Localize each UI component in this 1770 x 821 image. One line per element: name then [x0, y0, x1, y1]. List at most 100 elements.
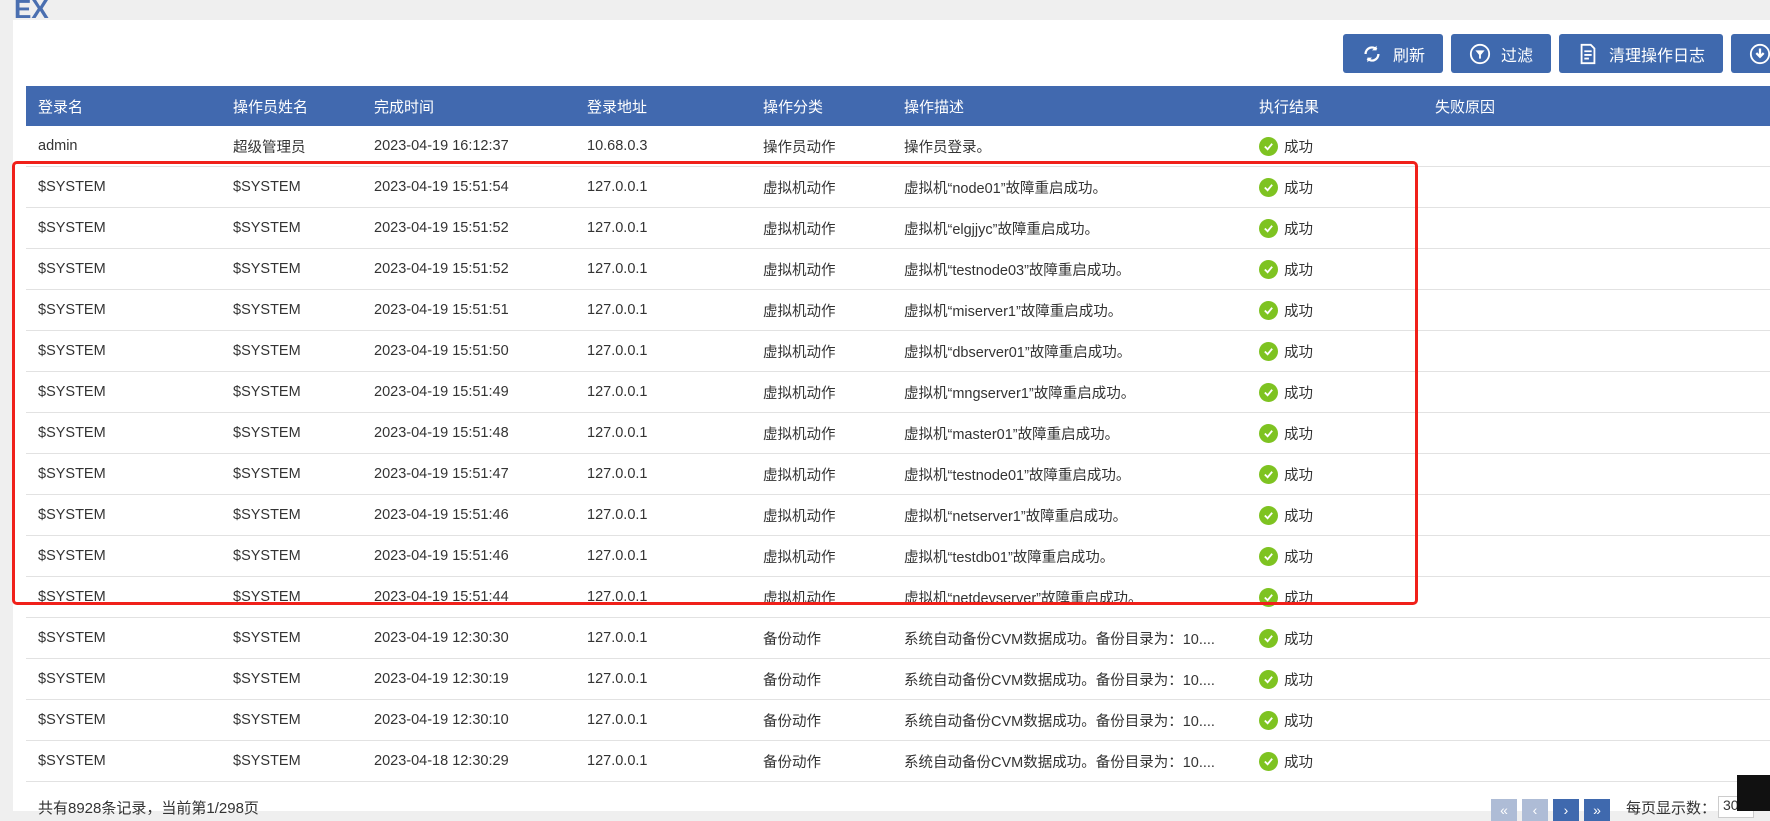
- table-row[interactable]: $SYSTEM $SYSTEM 2023-04-19 15:51:50 127.0.0…: [26, 330, 1770, 372]
- cell-operator-name: $SYSTEM: [221, 494, 362, 536]
- table-row[interactable]: $SYSTEM $SYSTEM 2023-04-19 15:51:52 127.0.0…: [26, 207, 1770, 249]
- table-row[interactable]: $SYSTEM $SYSTEM 2023-04-19 12:30:30 127.0.0…: [26, 617, 1770, 659]
- cell-login-address: 127.0.0.1: [575, 494, 751, 536]
- status-text: 成功: [1284, 713, 1313, 730]
- cell-operation-description: 系统自动备份CVM数据成功。备份目录为：10....: [892, 617, 1247, 659]
- cell-login-name: admin: [26, 126, 221, 167]
- table-row[interactable]: $SYSTEM $SYSTEM 2023-04-19 15:51:46 127.0.0…: [26, 494, 1770, 536]
- cell-failure-reason: [1423, 494, 1770, 536]
- refresh-button[interactable]: 刷新: [1343, 34, 1444, 73]
- cell-login-address: 127.0.0.1: [575, 207, 751, 249]
- cell-operation-category: 虚拟机动作: [751, 166, 892, 208]
- cell-failure-reason: [1423, 330, 1770, 372]
- cell-login-name: $SYSTEM: [26, 289, 221, 331]
- cell-operation-description: 虚拟机“mngserver1”故障重启成功。: [892, 371, 1247, 413]
- cell-execution-result: 成功: [1247, 740, 1423, 782]
- status-text: 成功: [1284, 180, 1313, 197]
- cell-operator-name: $SYSTEM: [221, 412, 362, 454]
- cell-execution-result: 成功: [1247, 699, 1423, 741]
- cell-login-address: 10.68.0.3: [575, 126, 751, 167]
- overlay-widget: [1737, 775, 1770, 811]
- cell-login-address: 127.0.0.1: [575, 699, 751, 741]
- refresh-icon: [1364, 45, 1380, 62]
- check-circle-icon: [1259, 177, 1278, 197]
- cell-execution-result: 成功: [1247, 494, 1423, 536]
- status-badge: 成功: [1259, 628, 1313, 649]
- status-badge: 成功: [1259, 300, 1313, 321]
- table-row[interactable]: $SYSTEM $SYSTEM 2023-04-19 15:51:54 127.0.0…: [26, 166, 1770, 208]
- cell-operation-description: 虚拟机“node01”故障重启成功。: [892, 166, 1247, 208]
- cell-completion-time: 2023-04-19 15:51:46: [362, 535, 575, 577]
- table-row[interactable]: $SYSTEM $SYSTEM 2023-04-19 15:51:51 127.0.0…: [26, 289, 1770, 331]
- cell-login-address: 127.0.0.1: [575, 535, 751, 577]
- column-header-execution-result: 执行结果: [1247, 86, 1423, 126]
- cell-completion-time: 2023-04-19 15:51:54: [362, 166, 575, 208]
- table-row[interactable]: $SYSTEM $SYSTEM 2023-04-19 15:51:52 127.0.0…: [26, 248, 1770, 290]
- status-badge: 成功: [1259, 259, 1313, 280]
- cell-completion-time: 2023-04-19 15:51:47: [362, 453, 575, 495]
- cell-operation-category: 备份动作: [751, 617, 892, 659]
- cell-login-name: $SYSTEM: [26, 453, 221, 495]
- table-row[interactable]: $SYSTEM $SYSTEM 2023-04-18 12:30:29 127.0.0…: [26, 740, 1770, 782]
- check-circle-icon: [1259, 628, 1278, 648]
- status-badge: 成功: [1259, 546, 1313, 567]
- cell-operation-category: 虚拟机动作: [751, 453, 892, 495]
- last-page-button[interactable]: »: [1584, 799, 1610, 821]
- refresh-label: 刷新: [1393, 47, 1426, 65]
- prev-page-button[interactable]: ‹: [1522, 799, 1548, 821]
- filter-button[interactable]: 过滤: [1451, 34, 1552, 73]
- check-circle-icon: [1259, 669, 1278, 689]
- next-page-button[interactable]: ›: [1553, 799, 1579, 821]
- cell-execution-result: 成功: [1247, 289, 1423, 331]
- cell-operation-category: 备份动作: [751, 740, 892, 782]
- toolbar: 刷新 过滤 清理操作日志 下载: [1343, 34, 1770, 73]
- status-badge: 成功: [1259, 382, 1313, 403]
- status-text: 成功: [1284, 426, 1313, 443]
- cell-completion-time: 2023-04-19 15:51:51: [362, 289, 575, 331]
- cell-operator-name: $SYSTEM: [221, 371, 362, 413]
- check-circle-icon: [1259, 341, 1278, 361]
- cell-failure-reason: [1423, 453, 1770, 495]
- cell-execution-result: 成功: [1247, 248, 1423, 290]
- status-badge: 成功: [1259, 751, 1313, 772]
- table-row[interactable]: $SYSTEM $SYSTEM 2023-04-19 15:51:48 127.0.0…: [26, 412, 1770, 454]
- cell-failure-reason: [1423, 658, 1770, 700]
- table-row[interactable]: $SYSTEM $SYSTEM 2023-04-19 15:51:47 127.0.0…: [26, 453, 1770, 495]
- cell-login-name: $SYSTEM: [26, 248, 221, 290]
- check-circle-icon: [1259, 300, 1278, 320]
- cell-execution-result: 成功: [1247, 330, 1423, 372]
- table-row[interactable]: $SYSTEM $SYSTEM 2023-04-19 12:30:19 127.0.0…: [26, 658, 1770, 700]
- cell-operator-name: $SYSTEM: [221, 330, 362, 372]
- cell-operator-name: $SYSTEM: [221, 289, 362, 331]
- cell-operator-name: $SYSTEM: [221, 166, 362, 208]
- table-row[interactable]: $SYSTEM $SYSTEM 2023-04-19 12:30:10 127.0.0…: [26, 699, 1770, 741]
- status-badge: 成功: [1259, 423, 1313, 444]
- column-header-operator-name: 操作员姓名: [221, 86, 362, 126]
- cell-login-name: $SYSTEM: [26, 740, 221, 782]
- cell-execution-result: 成功: [1247, 207, 1423, 249]
- cell-failure-reason: [1423, 289, 1770, 331]
- cell-operation-description: 虚拟机“netserver1”故障重启成功。: [892, 494, 1247, 536]
- status-text: 成功: [1284, 754, 1313, 771]
- first-page-button[interactable]: «: [1491, 799, 1517, 821]
- status-text: 成功: [1284, 221, 1313, 238]
- cell-completion-time: 2023-04-19 15:51:48: [362, 412, 575, 454]
- cell-failure-reason: [1423, 576, 1770, 618]
- table-row[interactable]: $SYSTEM $SYSTEM 2023-04-19 15:51:44 127.0.0…: [26, 576, 1770, 618]
- cell-login-address: 127.0.0.1: [575, 371, 751, 413]
- cell-failure-reason: [1423, 699, 1770, 741]
- check-circle-icon: [1259, 382, 1278, 402]
- table-row[interactable]: admin 超级管理员 2023-04-19 16:12:37 10.68.0.3 操作…: [26, 126, 1770, 167]
- clear-log-button[interactable]: 清理操作日志: [1559, 34, 1724, 73]
- check-circle-icon: [1259, 464, 1278, 484]
- cell-operator-name: $SYSTEM: [221, 576, 362, 618]
- cell-operation-category: 备份动作: [751, 658, 892, 700]
- column-header-failure-reason: 失败原因: [1423, 86, 1770, 126]
- filter-icon: [1469, 43, 1491, 64]
- table-row[interactable]: $SYSTEM $SYSTEM 2023-04-19 15:51:49 127.0.0…: [26, 371, 1770, 413]
- cell-login-name: $SYSTEM: [26, 371, 221, 413]
- table-row[interactable]: $SYSTEM $SYSTEM 2023-04-19 15:51:46 127.0.0…: [26, 535, 1770, 577]
- download-button[interactable]: 下载: [1731, 34, 1770, 73]
- cell-login-address: 127.0.0.1: [575, 658, 751, 700]
- cell-operation-category: 虚拟机动作: [751, 412, 892, 454]
